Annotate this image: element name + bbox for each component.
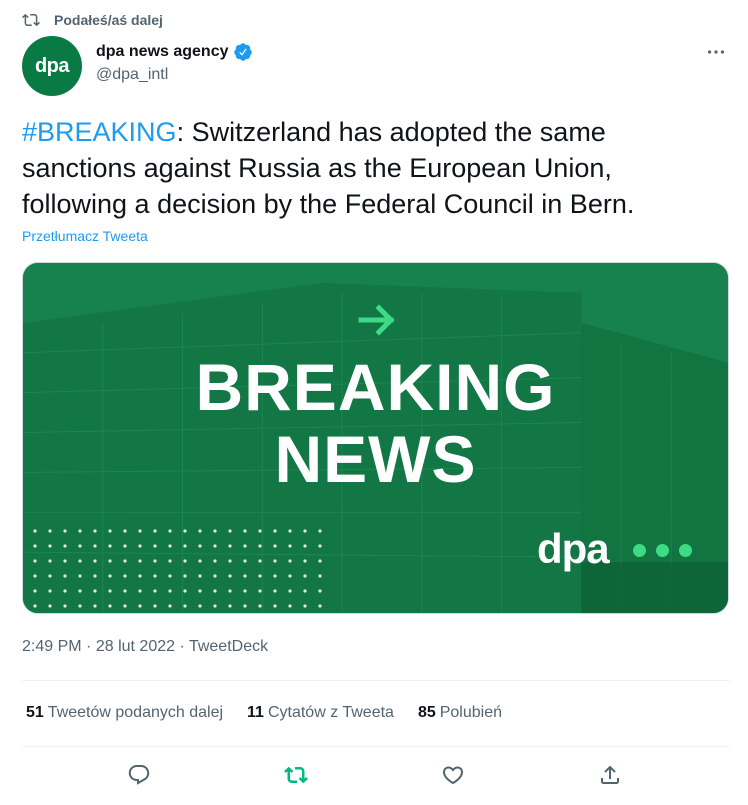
headline-line-2: NEWS [274, 422, 477, 496]
quotes-stat[interactable]: 11 Cytatów z Tweeta [247, 704, 394, 722]
translate-tweet-link[interactable]: Przetłumacz Tweeta [22, 228, 148, 244]
meta-separator: · [86, 638, 92, 655]
verified-badge-icon [233, 43, 252, 61]
reply-button[interactable] [126, 762, 152, 788]
author-block: dpa news agency @dpa_intl [96, 40, 253, 84]
media-image[interactable]: BREAKING NEWS dpa [22, 262, 729, 614]
retweet-icon [22, 13, 40, 27]
handle[interactable]: @dpa_intl [96, 66, 253, 84]
action-bar [0, 762, 748, 788]
source-link[interactable]: TweetDeck [189, 638, 268, 655]
divider [22, 746, 730, 747]
retweets-label: Tweetów podanych dalej [47, 704, 224, 721]
avatar[interactable]: dpa [22, 36, 82, 96]
avatar-text: dpa [34, 54, 70, 77]
headline-line-1: BREAKING [195, 350, 556, 424]
brand-dots [633, 544, 692, 557]
dot-grid-decoration [33, 529, 322, 608]
quotes-count: 11 [247, 704, 264, 721]
engagement-stats: 51 Tweetów podanych dalej 11 Cytatów z T… [26, 704, 502, 722]
divider [22, 680, 730, 681]
more-options-button[interactable] [704, 40, 728, 64]
retweets-stat[interactable]: 51 Tweetów podanych dalej [26, 704, 223, 722]
tweet-text: #BREAKING: Switzerland has adopted the s… [22, 114, 722, 222]
like-icon [442, 766, 463, 785]
media-brand-logo: dpa [537, 525, 610, 572]
tweet-meta: 2:49 PM · 28 lut 2022 · TweetDeck [22, 638, 268, 656]
like-button[interactable] [440, 762, 466, 788]
media-headline: BREAKING NEWS [23, 351, 728, 495]
reply-icon [128, 765, 149, 785]
meta-separator: · [179, 638, 185, 655]
arrow-right-icon [358, 304, 395, 336]
timestamp-time[interactable]: 2:49 PM [22, 638, 82, 655]
likes-count: 85 [417, 704, 436, 721]
share-icon [600, 765, 619, 784]
likes-label: Polubień [439, 704, 503, 721]
retweet-context: Podałeś/aś dalej [22, 8, 163, 32]
likes-stat[interactable]: 85 Polubień [418, 704, 502, 722]
timestamp-date[interactable]: 28 lut 2022 [96, 638, 175, 655]
more-icon [707, 50, 725, 54]
retweet-icon [283, 766, 308, 784]
hashtag-link[interactable]: #BREAKING [22, 117, 177, 147]
retweet-button[interactable] [283, 762, 309, 788]
display-name-row[interactable]: dpa news agency [96, 40, 253, 64]
share-button[interactable] [597, 762, 623, 788]
retweets-count: 51 [26, 704, 44, 721]
display-name[interactable]: dpa news agency [96, 43, 229, 61]
quotes-label: Cytatów z Tweeta [267, 704, 394, 721]
retweet-context-label: Podałeś/aś dalej [54, 12, 163, 28]
